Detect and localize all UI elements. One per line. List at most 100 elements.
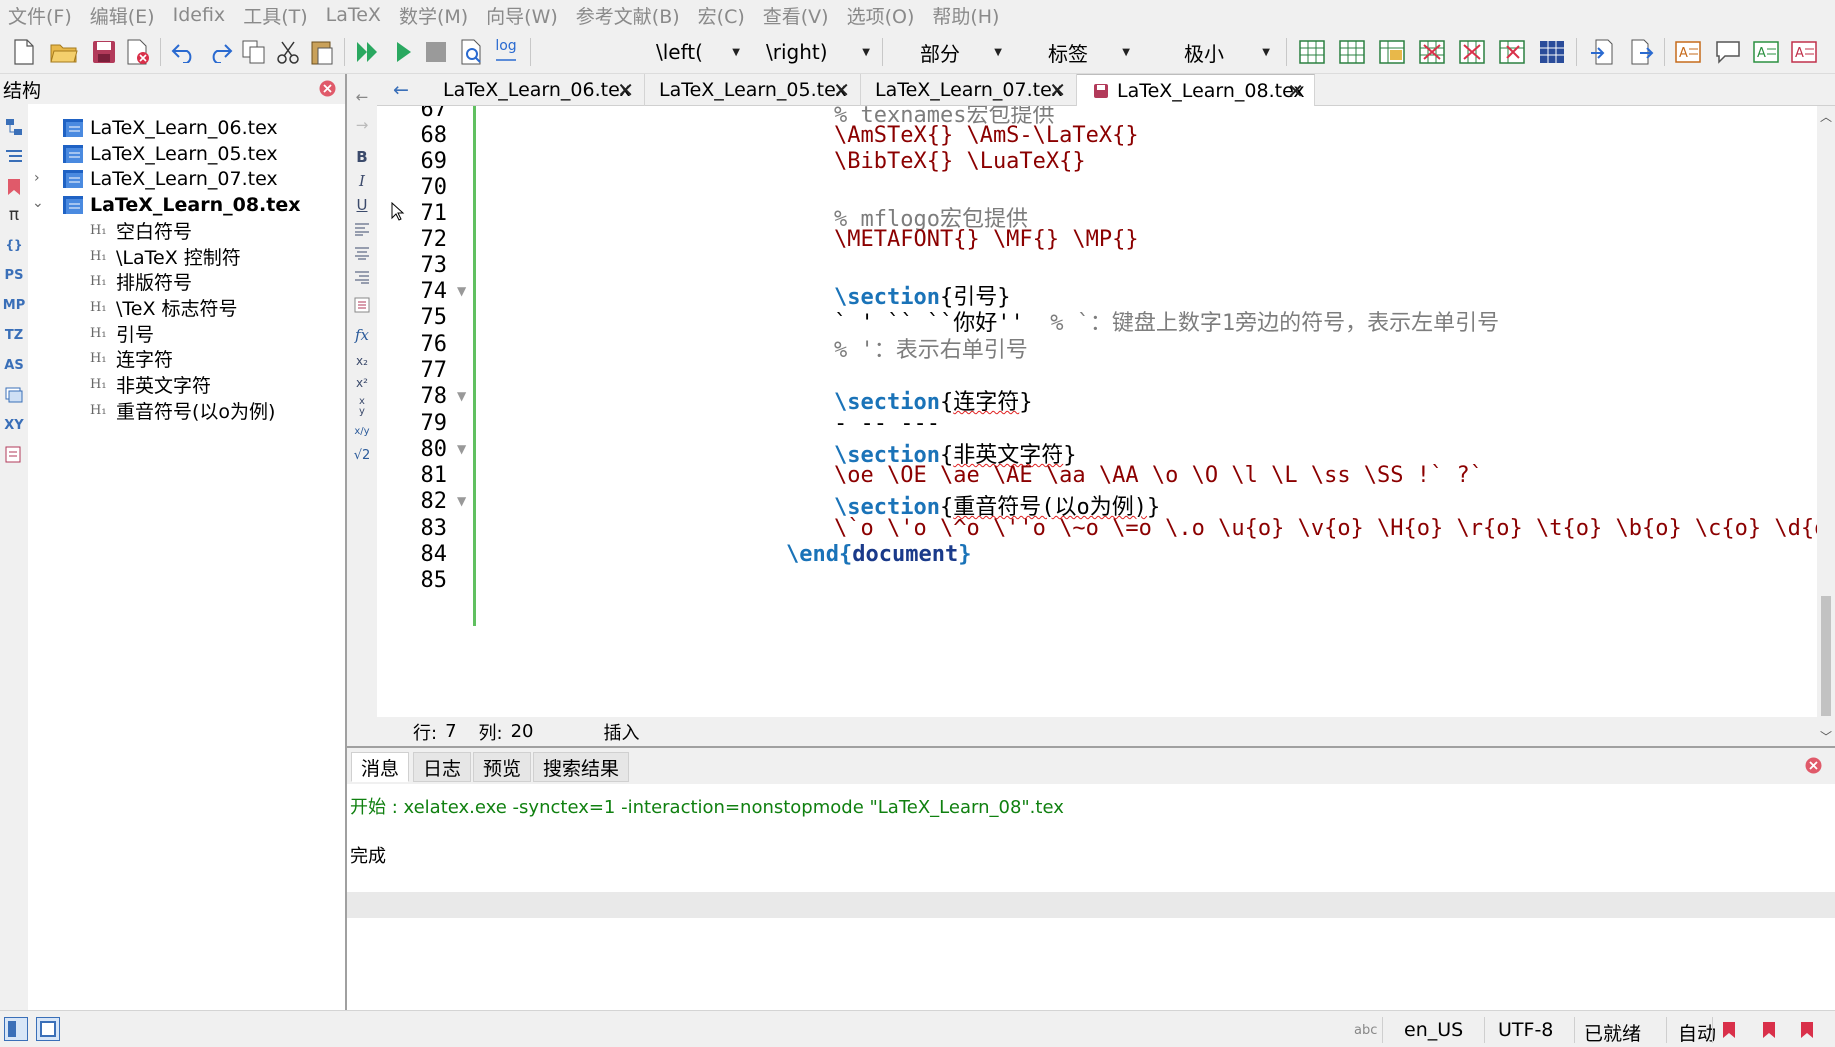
tree-section-item[interactable]: H₁ 非英文字符 xyxy=(90,370,211,398)
close-icon[interactable]: ✕ xyxy=(1049,78,1066,102)
toc-icon[interactable] xyxy=(2,146,26,168)
code-editor[interactable]: 67 68 69 70 71 72 73 74 75 76 77 78 79 8… xyxy=(377,106,1817,717)
close-icon[interactable]: ✕ xyxy=(617,78,634,102)
forward-arrow-icon[interactable]: → xyxy=(350,114,374,136)
menu-idefix[interactable]: Idefix xyxy=(165,4,236,26)
menu-file[interactable]: 文件(F) xyxy=(0,2,82,29)
menu-options[interactable]: 选项(O) xyxy=(839,2,925,29)
close-icon[interactable] xyxy=(1805,757,1822,774)
tree-file-item[interactable]: LaTeX_Learn_07.tex xyxy=(62,165,278,193)
editor-scrollbar[interactable]: ︿ ﹀ xyxy=(1817,106,1835,746)
tree-section-item[interactable]: H₁ 排版符号 xyxy=(90,267,192,295)
delete-row-icon[interactable] xyxy=(1416,36,1448,68)
comment-icon[interactable] xyxy=(1712,36,1744,68)
menu-macros[interactable]: 宏(C) xyxy=(690,2,755,29)
tab-latex-learn-05[interactable]: LaTeX_Learn_05.tex ✕ xyxy=(645,74,861,106)
tab-preview[interactable]: 预览 xyxy=(473,752,532,782)
table-format-icon[interactable] xyxy=(1536,36,1568,68)
save-icon[interactable] xyxy=(88,36,120,68)
right-delimiter-select[interactable]: \right) ▼ xyxy=(756,37,876,67)
bold-icon[interactable]: B xyxy=(350,146,374,168)
tab-latex-learn-07[interactable]: LaTeX_Learn_07.tex ✕ xyxy=(861,74,1077,106)
export-icon[interactable] xyxy=(1626,36,1658,68)
close-icon[interactable]: ✕ xyxy=(833,78,850,102)
tab-nav-back-icon[interactable]: ← xyxy=(377,74,425,106)
scroll-up-icon[interactable]: ︿ xyxy=(1820,108,1832,125)
auto-mode-text[interactable]: 自动 xyxy=(1678,1019,1716,1046)
tab-latex-learn-08[interactable]: LaTeX_Learn_08.tex ✕ xyxy=(1077,74,1315,106)
scrollbar-thumb[interactable] xyxy=(1821,596,1831,716)
insert-mode[interactable]: 插入 xyxy=(604,719,640,745)
delete-column-icon[interactable] xyxy=(1456,36,1488,68)
pstricks-icon[interactable]: PS xyxy=(2,264,26,286)
toggle-structure-icon[interactable] xyxy=(4,1017,28,1041)
new-file-icon[interactable] xyxy=(8,36,40,68)
toggle-messages-icon[interactable] xyxy=(36,1017,60,1041)
encoding-select[interactable]: UTF-8 xyxy=(1498,1019,1553,1041)
paste-icon[interactable] xyxy=(306,36,338,68)
text-green-icon[interactable]: A xyxy=(1750,36,1782,68)
tree-section-item[interactable]: H₁ \TeX 标志符号 xyxy=(90,293,238,321)
chevron-right-icon[interactable]: › xyxy=(34,170,40,186)
add-row-icon[interactable] xyxy=(1336,36,1368,68)
user-menu-icon[interactable] xyxy=(2,444,26,466)
tree-section-item[interactable]: H₁ 空白符号 xyxy=(90,216,192,244)
menu-help[interactable]: 帮助(H) xyxy=(924,2,1009,29)
tree-section-item[interactable]: H₁ \LaTeX 控制符 xyxy=(90,242,241,270)
view-log-icon[interactable]: log xyxy=(490,36,522,68)
tree-file-item[interactable]: LaTeX_Learn_06.tex xyxy=(62,114,278,142)
menu-tools[interactable]: 工具(T) xyxy=(235,2,317,29)
close-icon[interactable] xyxy=(319,80,336,97)
tree-section-item[interactable]: H₁ 连字符 xyxy=(90,344,173,372)
fold-arrow-icon[interactable]: ▼ xyxy=(457,494,466,508)
underline-icon[interactable]: U xyxy=(350,194,374,216)
tikz-icon[interactable]: TZ xyxy=(2,324,26,346)
tab-log[interactable]: 日志 xyxy=(413,752,472,782)
align-center-icon[interactable] xyxy=(350,242,374,264)
function-icon[interactable]: fx xyxy=(350,324,374,346)
fold-arrow-icon[interactable]: ▼ xyxy=(457,284,466,298)
stop-icon[interactable] xyxy=(420,36,452,68)
open-folder-icon[interactable] xyxy=(48,36,80,68)
view-pdf-icon[interactable] xyxy=(456,36,488,68)
import-icon[interactable] xyxy=(1586,36,1618,68)
dfrac-icon[interactable]: x/y xyxy=(350,420,374,442)
sqrt-icon[interactable]: √2 xyxy=(350,444,374,466)
cut-icon[interactable] xyxy=(272,36,304,68)
subscript-icon[interactable]: x₂ xyxy=(350,350,374,372)
braces-icon[interactable]: {} xyxy=(2,234,26,256)
menu-latex[interactable]: LaTeX xyxy=(318,4,391,26)
label-select[interactable]: 标签 ▼ xyxy=(1036,37,1136,67)
menu-view[interactable]: 查看(V) xyxy=(755,2,839,29)
fold-arrow-icon[interactable]: ▼ xyxy=(457,442,466,456)
left-delimiter-select[interactable]: \left(▼ xyxy=(646,37,746,67)
tab-search-results[interactable]: 搜索结果 xyxy=(533,752,630,782)
asymptote-icon[interactable]: AS xyxy=(2,354,26,376)
table-icon[interactable] xyxy=(1296,36,1328,68)
pages-icon[interactable] xyxy=(2,384,26,406)
tree-section-item[interactable]: H₁ 重音符号(以o为例) xyxy=(90,396,275,424)
build-view-icon[interactable] xyxy=(352,36,384,68)
text-red-icon[interactable]: A xyxy=(1788,36,1820,68)
close-file-icon[interactable] xyxy=(122,36,154,68)
copy-icon[interactable] xyxy=(238,36,270,68)
fraction-icon[interactable]: xy xyxy=(350,396,374,418)
fold-arrow-icon[interactable]: ▼ xyxy=(457,389,466,403)
menu-edit[interactable]: 编辑(E) xyxy=(82,2,165,29)
tab-messages[interactable]: 消息 xyxy=(351,752,410,782)
close-icon[interactable]: ✕ xyxy=(1287,79,1304,103)
remove-cell-icon[interactable] xyxy=(1496,36,1528,68)
undo-icon[interactable] xyxy=(168,36,200,68)
tree-file-item[interactable]: LaTeX_Learn_05.tex xyxy=(62,140,278,168)
tab-latex-learn-06[interactable]: LaTeX_Learn_06.tex ✕ xyxy=(429,74,645,106)
menu-math[interactable]: 数学(M) xyxy=(391,2,478,29)
chevron-down-icon[interactable]: ⌄ xyxy=(32,195,44,211)
section-select[interactable]: 部分 ▼ xyxy=(908,37,1008,67)
menu-wizards[interactable]: 向导(W) xyxy=(478,2,568,29)
metapost-icon[interactable]: MP xyxy=(2,294,26,316)
bookmark-icon[interactable] xyxy=(2,176,26,198)
compile-icon[interactable] xyxy=(388,36,420,68)
bookmark-icon[interactable] xyxy=(1722,1021,1736,1044)
back-arrow-icon[interactable]: ← xyxy=(350,86,374,108)
new-line-icon[interactable] xyxy=(350,294,374,316)
